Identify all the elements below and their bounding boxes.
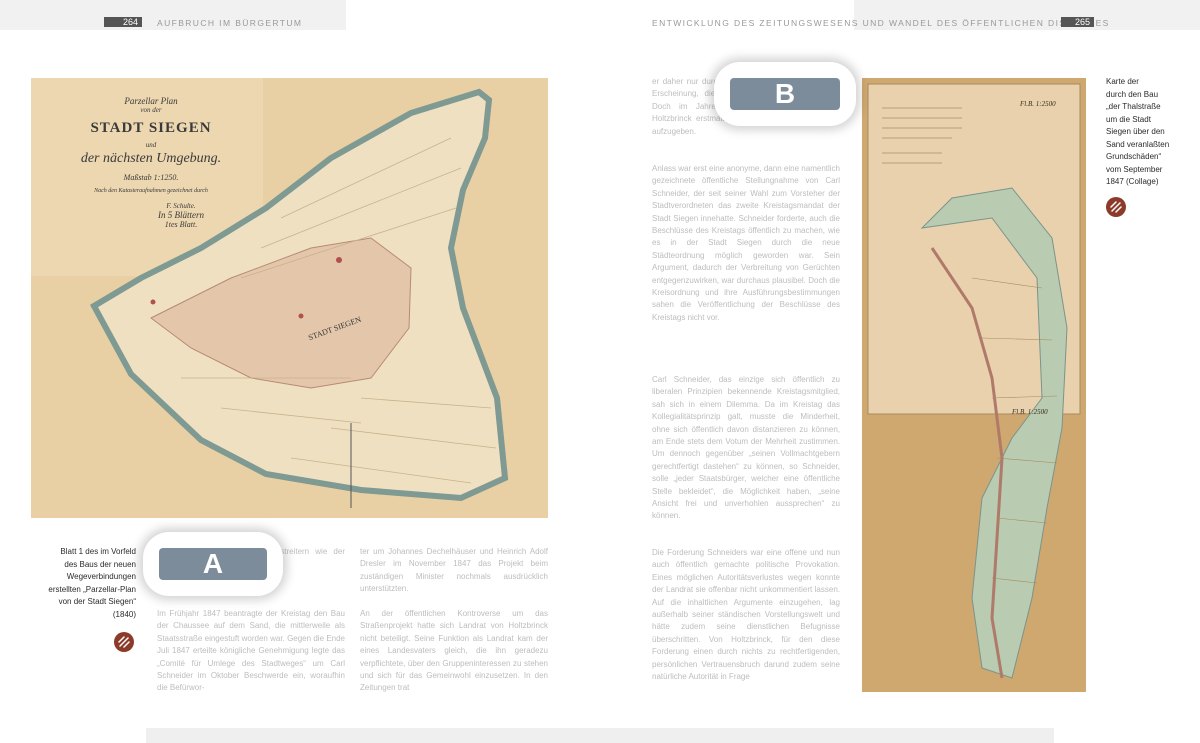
caption-line: des Baus der neuen — [64, 559, 136, 569]
map-title-line: von der — [140, 106, 162, 114]
caption-line: erstellten „Parzellar-Plan — [48, 584, 136, 594]
caption-line: Blatt 1 des im Vorfeld — [60, 547, 136, 556]
map-title-line: und — [145, 141, 157, 149]
caption-left: Blatt 1 des im Vorfeld des Baus der neue… — [20, 546, 136, 621]
map-title-line: In 5 Blättern — [158, 210, 204, 220]
map-title-block: Parzellar Plan von der STADT SIEGEN und … — [39, 96, 263, 229]
caption-line: Wegeverbindungen — [66, 572, 136, 581]
marker-b[interactable]: B — [714, 62, 856, 126]
body-text-right-p4: Die Forderung Schneiders war eine offene… — [652, 548, 840, 682]
map-title-subtitle: der nächsten Umgebung. — [80, 151, 222, 166]
map-sheet-label-mid: Fl.B. 1:2500 — [1012, 408, 1048, 416]
map-title-line: Parzellar Plan — [124, 96, 178, 106]
caption-line: 1847 (Collage) — [1106, 177, 1159, 186]
map-sheet-label-top: Fl.B. 1:2500 — [1020, 100, 1056, 108]
audio-badge-right[interactable] — [1106, 197, 1126, 217]
body-text-left-col1: Im Frühjahr 1847 beantragte der Kreistag… — [157, 609, 345, 693]
page-number-left: 264 — [104, 17, 142, 27]
caption-line: Karte der — [1106, 77, 1139, 86]
map-title-city: STADT SIEGEN — [90, 120, 212, 136]
map-title-line: Nach den Katasteraufnahmen gezeichnet du… — [94, 188, 208, 194]
map-title-line: F. Schulte. — [166, 202, 196, 210]
body-text-right-p2: Anlass war erst eine anonyme, dann eine … — [652, 164, 840, 322]
marker-b-label: B — [730, 78, 840, 110]
map-title-scale: Maßstab 1:1250. — [123, 173, 179, 182]
parzellar-plan-map: Parzellar Plan von der STADT SIEGEN und … — [31, 78, 548, 518]
body-text-left-col2: ter um Johannes Dechelhäuser und Heinric… — [360, 547, 548, 594]
marker-a-label: A — [159, 548, 267, 580]
body-text-right-p3: Carl Schneider, das einzige sich öffentl… — [652, 375, 840, 521]
footer-band — [146, 728, 1054, 743]
caption-line: Siegen über den — [1106, 127, 1165, 136]
map-title-line: 1tes Blatt. — [164, 220, 198, 229]
caption-line: von der Stadt Siegen“ — [58, 597, 136, 606]
caption-line: (1840) — [112, 609, 136, 619]
running-head-right: ENTWICKLUNG DES ZEITUNGSWESENS UND WANDE… — [652, 18, 1110, 28]
caption-line: vom September — [1106, 164, 1163, 174]
audio-badge-left[interactable] — [114, 632, 134, 652]
caption-line: durch den Bau — [1106, 89, 1159, 99]
caption-line: Grundschäden“ — [1106, 152, 1162, 161]
thalstrasse-map: Fl.B. 1:2500 Fl.B. 1:2500 — [862, 78, 1086, 692]
caption-line: „der Thalstraße — [1106, 102, 1161, 111]
signal-icon — [118, 636, 130, 648]
caption-right: Karte der durch den Bau „der Thalstraße … — [1106, 76, 1196, 189]
marker-a[interactable]: A — [143, 532, 283, 596]
page-number-right: 265 — [1061, 17, 1094, 27]
body-text-left-col2b: An der öffentlichen Kontroverse um das S… — [360, 609, 548, 693]
signal-icon — [1110, 201, 1122, 213]
caption-line: Sand veranlaßten — [1106, 139, 1170, 149]
running-head-left: AUFBRUCH IM BÜRGERTUM — [157, 18, 303, 28]
caption-line: um die Stadt — [1106, 114, 1151, 124]
